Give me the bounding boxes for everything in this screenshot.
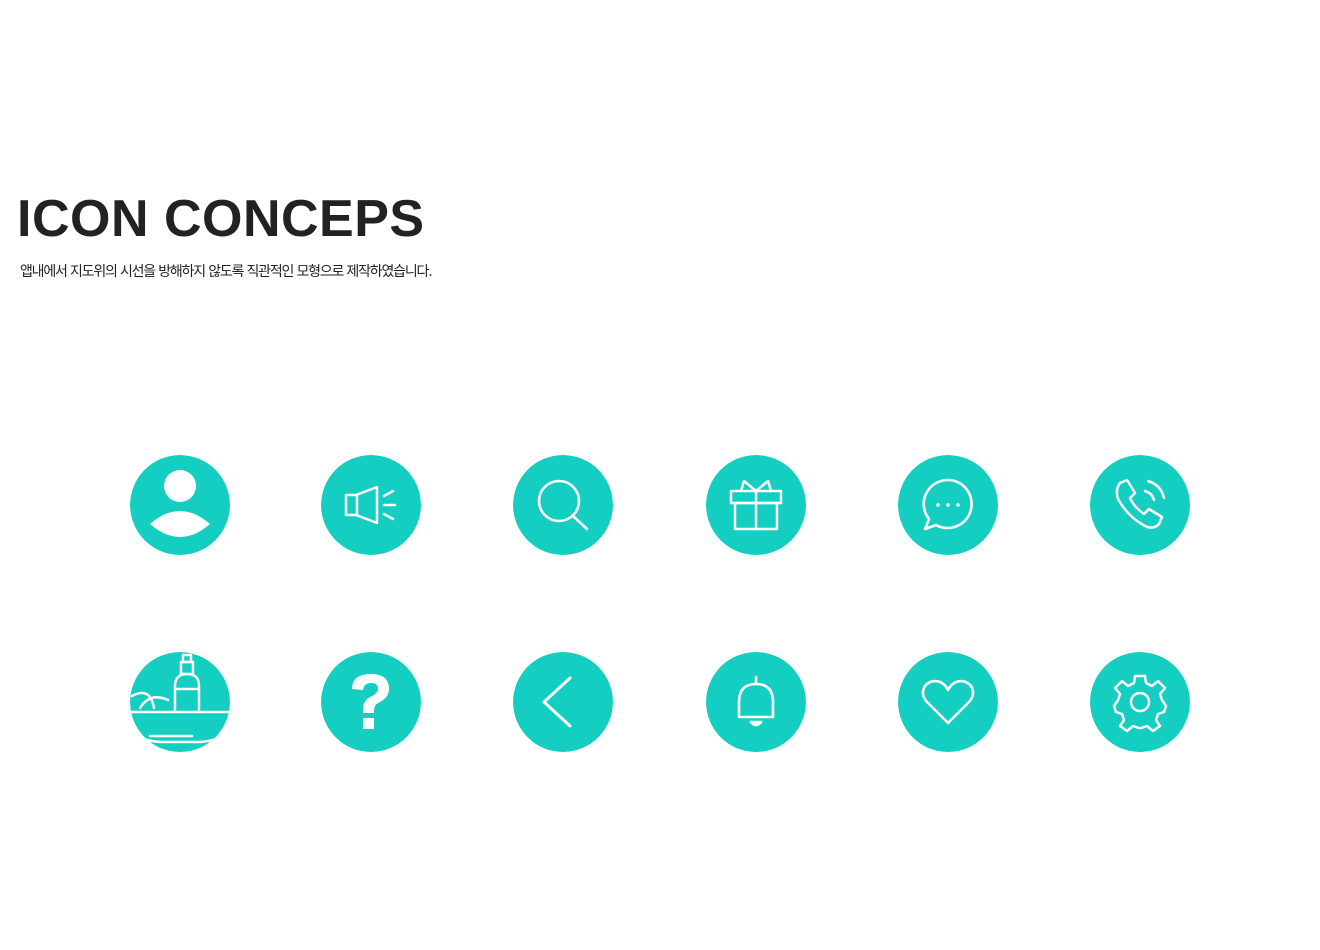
icon-concept-page: ICON CONCEPS 앱내에서 지도위의 시선을 방해하지 않도록 직관적인… [0, 0, 1320, 950]
bell-icon[interactable] [706, 652, 806, 752]
back-arrow-icon[interactable] [513, 652, 613, 752]
search-icon[interactable] [513, 455, 613, 555]
page-subtitle: 앱내에서 지도위의 시선을 방해하지 않도록 직관적인 모형으로 제작하였습니다… [20, 264, 433, 280]
page-title: ICON CONCEPS [17, 190, 425, 248]
megaphone-icon[interactable] [321, 455, 421, 555]
phone-icon[interactable] [1090, 455, 1190, 555]
question-icon[interactable] [321, 652, 421, 752]
settings-icon[interactable] [1090, 652, 1190, 752]
heart-icon[interactable] [898, 652, 998, 752]
user-icon[interactable] [130, 455, 230, 555]
gift-icon[interactable] [706, 455, 806, 555]
chat-icon[interactable] [898, 455, 998, 555]
salad-bottle-icon[interactable] [130, 652, 230, 752]
